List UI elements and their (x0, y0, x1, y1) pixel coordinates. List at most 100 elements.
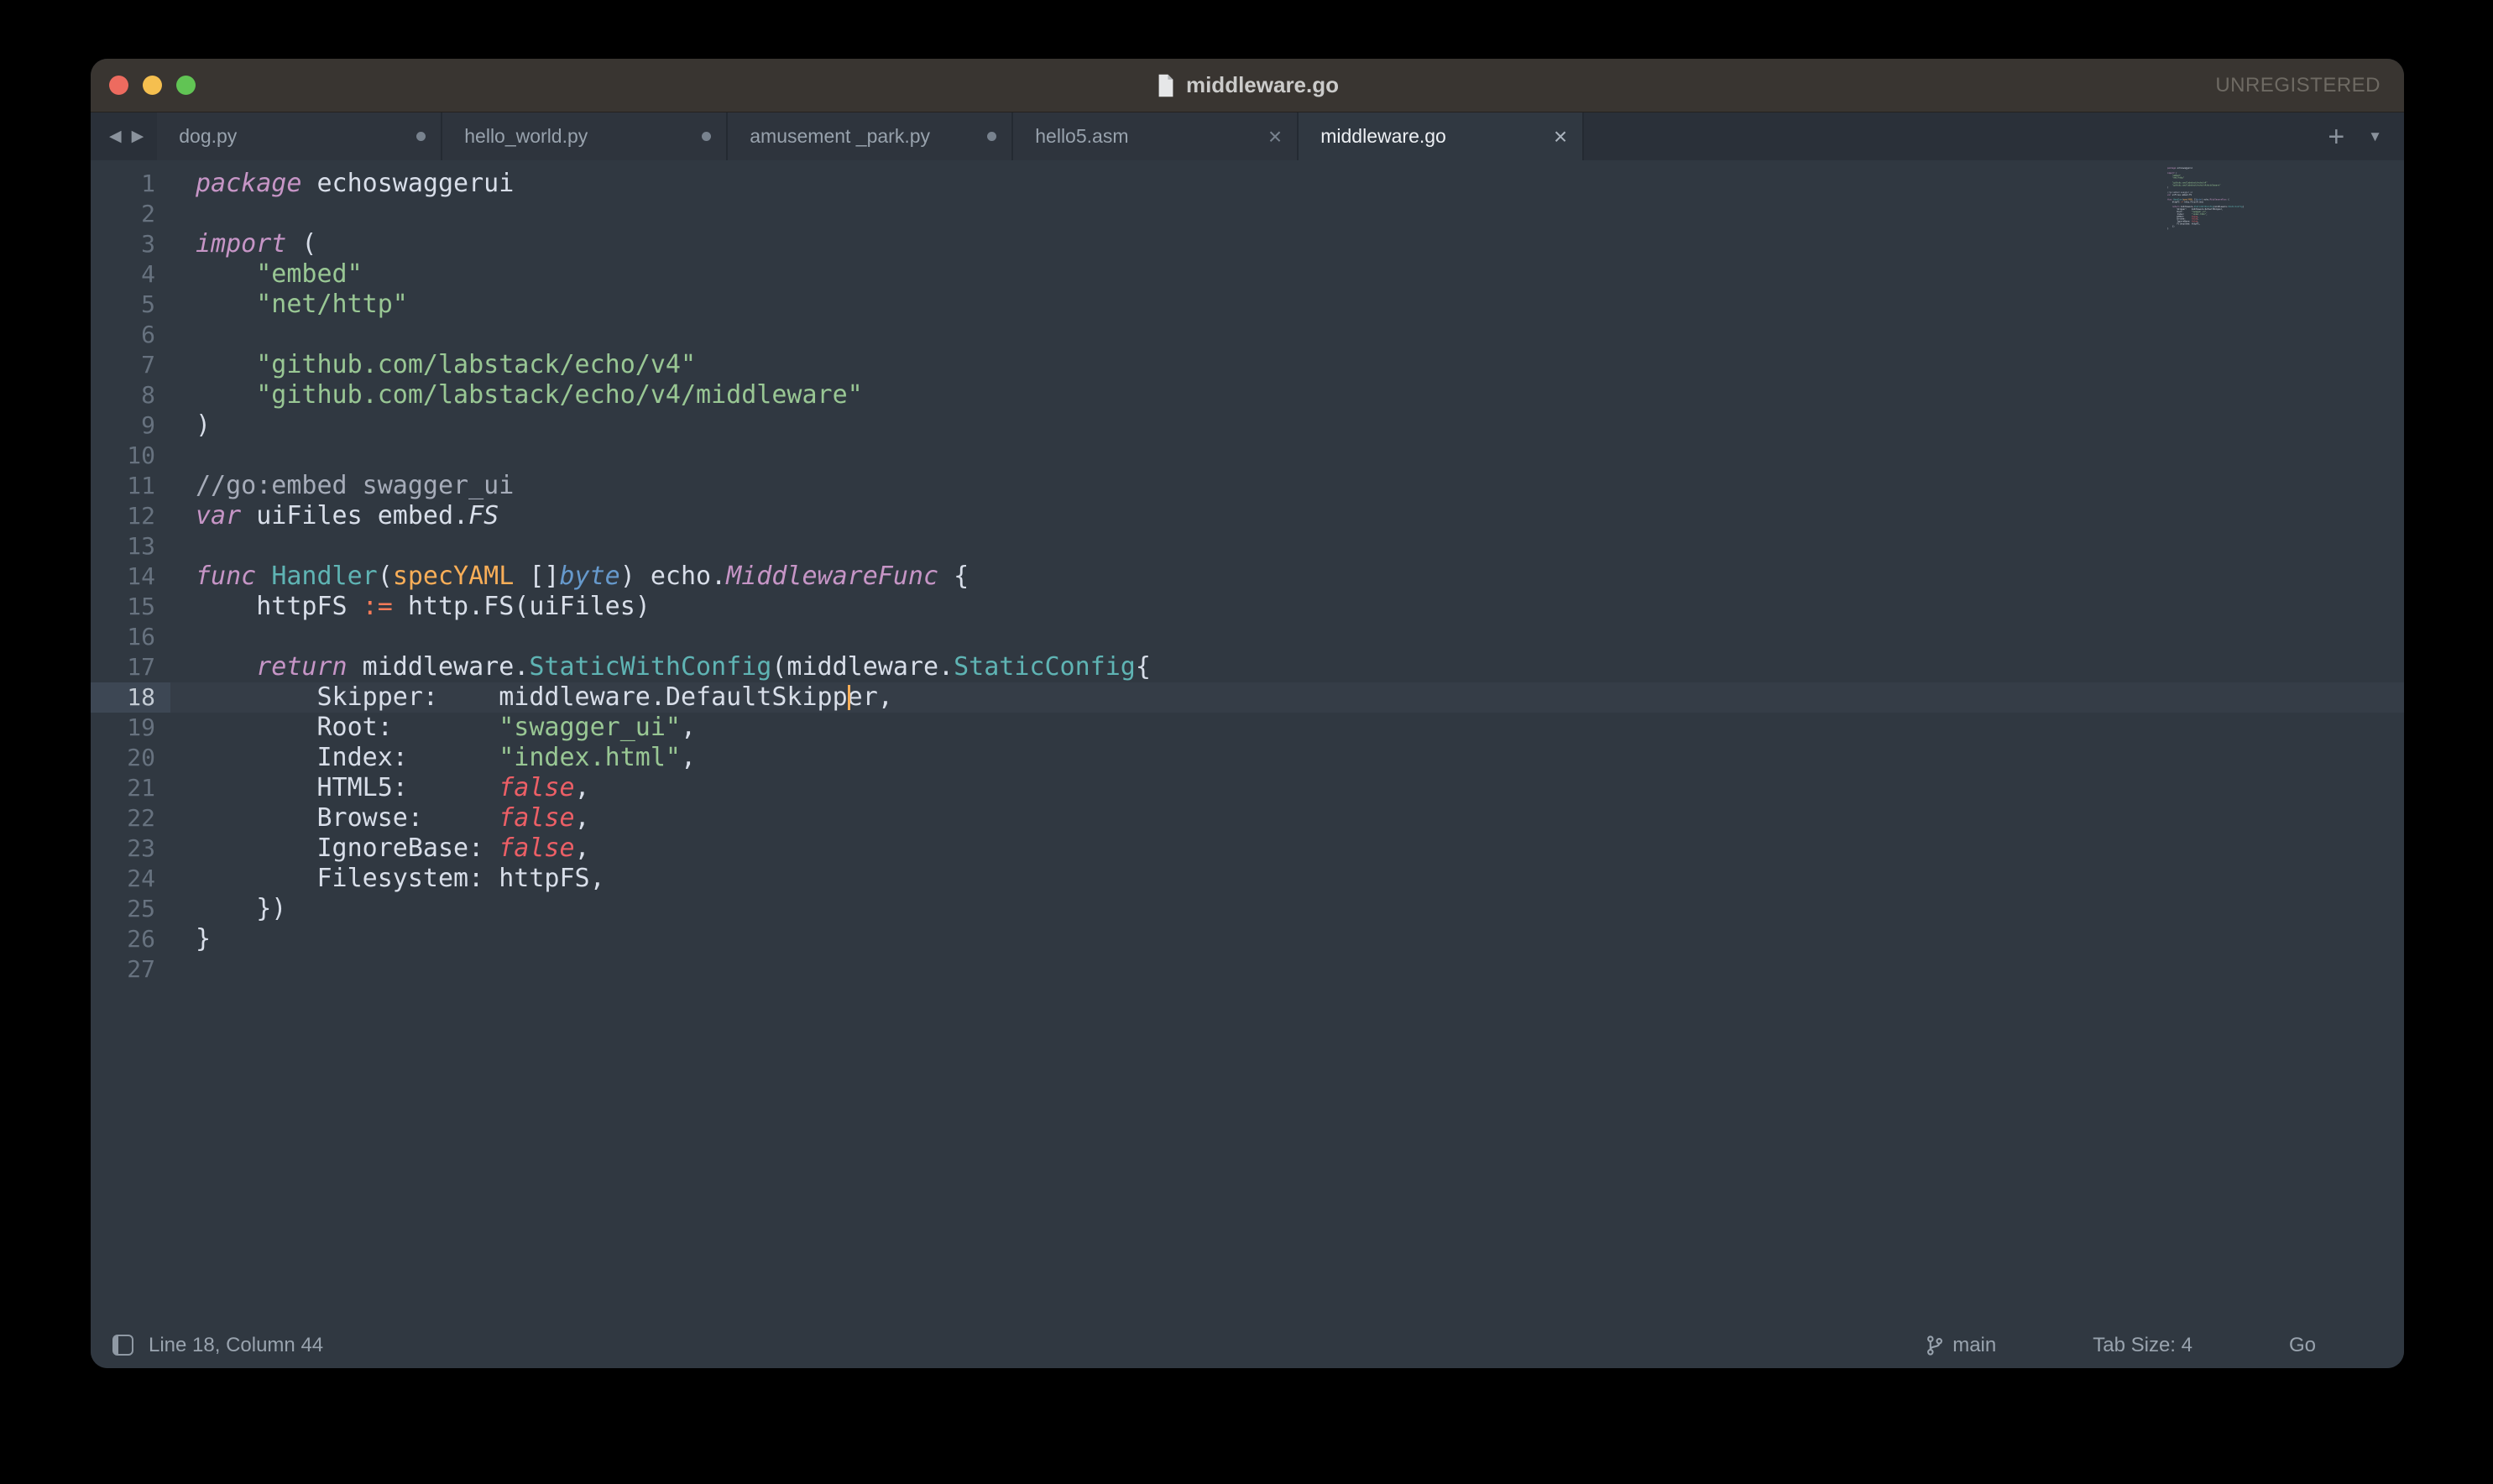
code-text: "github.com/labstack/echo/v4" (170, 350, 696, 380)
code-line-22[interactable]: 22 Browse: false, (91, 803, 2404, 833)
code-line-10[interactable]: 10 (91, 441, 2404, 471)
code-text: return middleware.StaticWithConfig(middl… (170, 652, 1151, 682)
traffic-lights (109, 59, 196, 112)
cursor-position-label[interactable]: Line 18, Column 44 (149, 1334, 323, 1357)
code-line-20[interactable]: 20 Index: "index.html", (91, 743, 2404, 773)
code-line-8[interactable]: 8 "github.com/labstack/echo/v4/middlewar… (91, 380, 2404, 410)
line-number[interactable]: 24 (91, 864, 170, 894)
tab-hello-world-py[interactable]: hello_world.py (442, 112, 728, 160)
code-text (170, 531, 196, 562)
tab-scroll-right-icon[interactable]: ▶ (132, 127, 144, 146)
tab-nav-arrows: ◀ ▶ (91, 112, 157, 160)
line-number[interactable]: 27 (91, 954, 170, 985)
line-number[interactable]: 9 (91, 410, 170, 441)
line-number[interactable]: 23 (91, 833, 170, 864)
code-line-23[interactable]: 23 IgnoreBase: false, (91, 833, 2404, 864)
code-line-9[interactable]: 9) (91, 410, 2404, 441)
line-number[interactable]: 16 (91, 622, 170, 652)
line-number[interactable]: 3 (91, 229, 170, 259)
git-branch-indicator[interactable]: main (1926, 1334, 1996, 1357)
line-number[interactable]: 25 (91, 894, 170, 924)
line-number[interactable]: 8 (91, 380, 170, 410)
line-number[interactable]: 12 (91, 501, 170, 531)
editor-pane[interactable]: 1package echoswaggerui23import (4 "embed… (91, 160, 2404, 1322)
line-number[interactable]: 18 (91, 682, 170, 713)
tab-label: middleware.go (1320, 125, 1554, 148)
tab-label: hello5.asm (1035, 125, 1268, 148)
code-line-13[interactable]: 13 (91, 531, 2404, 562)
code-line-1[interactable]: 1package echoswaggerui (91, 169, 2404, 199)
code-text: httpFS := http.FS(uiFiles) (170, 592, 651, 622)
line-number[interactable]: 11 (91, 471, 170, 501)
tab-dog-py[interactable]: dog.py (157, 112, 442, 160)
code-line-14[interactable]: 14func Handler(specYAML []byte) echo.Mid… (91, 562, 2404, 592)
modified-dot-icon[interactable] (416, 132, 426, 141)
zoom-window-button[interactable] (176, 76, 196, 95)
code-line-26[interactable]: 26} (91, 924, 2404, 954)
close-window-button[interactable] (109, 76, 128, 95)
language-label[interactable]: Go (2289, 1334, 2316, 1357)
line-number[interactable]: 6 (91, 320, 170, 350)
tab-strip: dog.pyhello_world.pyamusement _park.pyhe… (157, 112, 1584, 160)
line-number[interactable]: 4 (91, 259, 170, 290)
code-text: Root: "swagger_ui", (170, 713, 696, 743)
code-text: }) (170, 894, 286, 924)
line-number[interactable]: 26 (91, 924, 170, 954)
code-line-4[interactable]: 4 "embed" (91, 259, 2404, 290)
title-bar[interactable]: middleware.go UNREGISTERED (91, 59, 2404, 112)
code-text: package echoswaggerui (170, 169, 514, 199)
code-line-25[interactable]: 25 }) (91, 894, 2404, 924)
line-number[interactable]: 1 (91, 169, 170, 199)
tab-hello5-asm[interactable]: hello5.asm× (1013, 112, 1299, 160)
line-number[interactable]: 7 (91, 350, 170, 380)
code-line-27[interactable]: 27 (91, 954, 2404, 985)
line-number[interactable]: 10 (91, 441, 170, 471)
code-line-24[interactable]: 24 Filesystem: httpFS, (91, 864, 2404, 894)
code-line-7[interactable]: 7 "github.com/labstack/echo/v4" (91, 350, 2404, 380)
code-text (170, 954, 196, 985)
tab-size-label[interactable]: Tab Size: 4 (2093, 1334, 2192, 1357)
code-line-11[interactable]: 11//go:embed swagger_ui (91, 471, 2404, 501)
code-line-21[interactable]: 21 HTML5: false, (91, 773, 2404, 803)
line-number[interactable]: 19 (91, 713, 170, 743)
line-number[interactable]: 17 (91, 652, 170, 682)
modified-dot-icon[interactable] (702, 132, 711, 141)
close-tab-icon[interactable]: × (1554, 125, 1567, 149)
code-line-15[interactable]: 15 httpFS := http.FS(uiFiles) (91, 592, 2404, 622)
close-tab-icon[interactable]: × (1268, 125, 1282, 149)
line-number[interactable]: 2 (91, 199, 170, 229)
code-line-6[interactable]: 6 (91, 320, 2404, 350)
new-tab-button[interactable]: + (2328, 123, 2344, 151)
text-cursor (848, 685, 850, 710)
line-number[interactable]: 21 (91, 773, 170, 803)
git-branch-label: main (1952, 1334, 1996, 1357)
line-number[interactable]: 20 (91, 743, 170, 773)
code-area[interactable]: 1package echoswaggerui23import (4 "embed… (91, 169, 2404, 985)
line-number[interactable]: 15 (91, 592, 170, 622)
modified-dot-icon[interactable] (987, 132, 996, 141)
code-text: Filesystem: httpFS, (170, 864, 605, 894)
tab-overflow-button[interactable]: ▼ (2368, 128, 2382, 145)
line-number[interactable]: 22 (91, 803, 170, 833)
tab-middleware-go[interactable]: middleware.go× (1299, 112, 1584, 160)
minimize-window-button[interactable] (143, 76, 162, 95)
code-line-17[interactable]: 17 return middleware.StaticWithConfig(mi… (91, 652, 2404, 682)
code-line-2[interactable]: 2 (91, 199, 2404, 229)
line-number[interactable]: 13 (91, 531, 170, 562)
code-line-3[interactable]: 3import ( (91, 229, 2404, 259)
window-title: middleware.go (1186, 72, 1339, 98)
tab-label: hello_world.py (464, 125, 702, 148)
line-number[interactable]: 5 (91, 290, 170, 320)
line-number[interactable]: 14 (91, 562, 170, 592)
status-panel-icon[interactable] (112, 1335, 133, 1356)
code-text (170, 622, 196, 652)
code-text: IgnoreBase: false, (170, 833, 590, 864)
code-line-12[interactable]: 12var uiFiles embed.FS (91, 501, 2404, 531)
code-line-18[interactable]: 18 Skipper: middleware.DefaultSkipper, (91, 682, 2404, 713)
code-line-16[interactable]: 16 (91, 622, 2404, 652)
minimap[interactable]: package echoswaggeruiimport ( "embed" "n… (2167, 167, 2281, 241)
code-line-19[interactable]: 19 Root: "swagger_ui", (91, 713, 2404, 743)
tab-amusement-park-py[interactable]: amusement _park.py (728, 112, 1013, 160)
tab-scroll-left-icon[interactable]: ◀ (109, 127, 122, 146)
code-line-5[interactable]: 5 "net/http" (91, 290, 2404, 320)
